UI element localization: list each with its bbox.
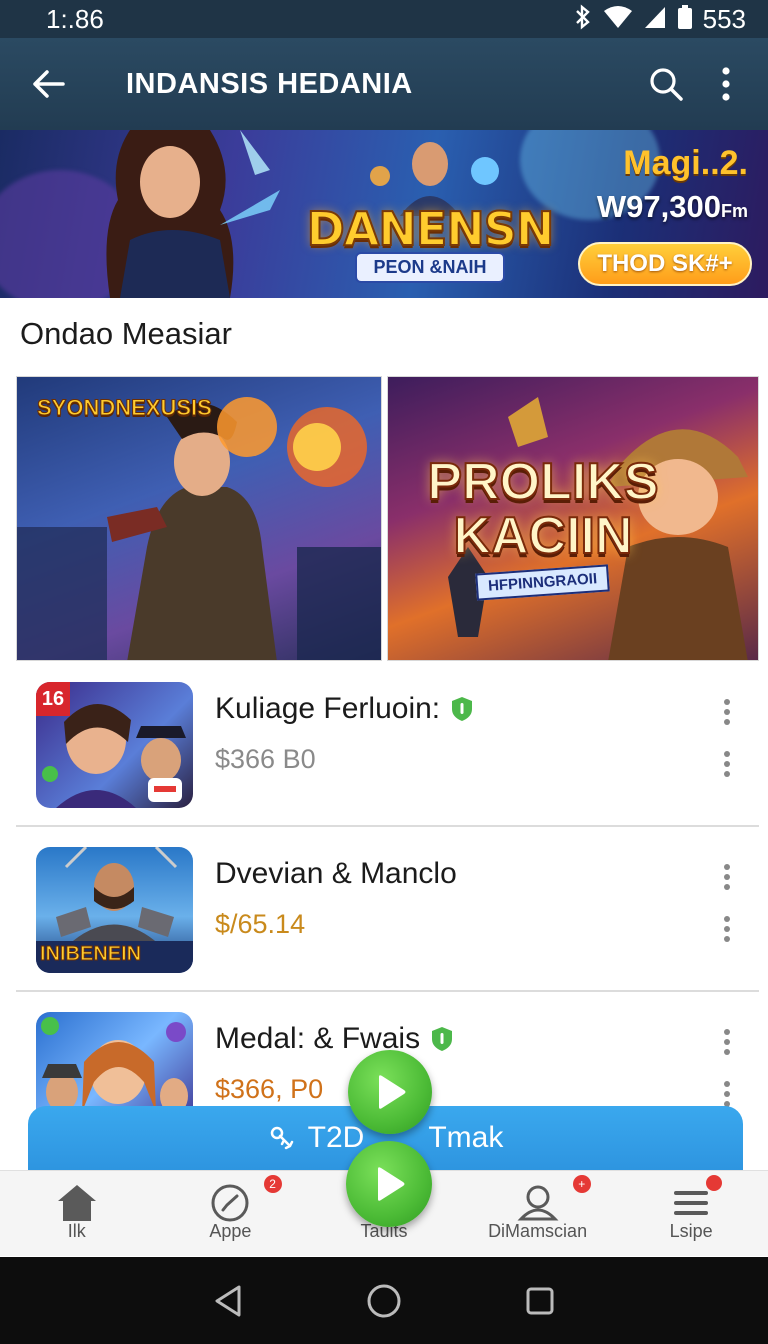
age-rating-badge: 16 — [36, 682, 70, 716]
app-name: Medal: & Fwais — [215, 1022, 454, 1056]
hero-character-image — [106, 130, 280, 298]
more-vertical-icon — [724, 864, 730, 890]
banner-logo-subtitle: PEON &NAIH — [355, 252, 505, 283]
banner-cta-button[interactable]: THOD SK#+ — [578, 242, 752, 286]
notification-dot — [706, 1175, 723, 1191]
more-vertical-icon — [724, 1029, 730, 1055]
back-button[interactable] — [0, 38, 96, 130]
cta-label: T2D — [307, 1121, 365, 1154]
status-bar: 1:.86 553 — [0, 0, 768, 38]
featured-card-2[interactable]: PROLIKS KACIIN HFPINNGRAOII — [387, 376, 759, 661]
app-bar: INDANSIS HEDANIA — [0, 38, 768, 130]
app-price: $366, P0 — [215, 1074, 324, 1104]
section-title: Ondao Measiar — [20, 316, 232, 351]
more-vertical-icon — [722, 67, 730, 101]
promo-banner[interactable]: DANENSN PEON &NAIH Magi..2. W97,300Fm TH… — [0, 130, 768, 298]
banner-logo: DANENSN PEON &NAIH — [300, 201, 560, 283]
item-more-button-secondary[interactable] — [717, 909, 737, 949]
circle-home-icon — [367, 1284, 401, 1317]
app-price: $366 B0 — [215, 744, 316, 774]
battery-level: 553 — [702, 3, 746, 34]
system-nav-bar — [0, 1257, 768, 1344]
banner-logo-text: DANENSN — [306, 201, 556, 257]
notification-badge: 2 — [263, 1175, 282, 1193]
featured-2-subtitle: HFPINNGRAOII — [475, 564, 611, 601]
item-more-button[interactable] — [717, 857, 737, 897]
item-more-button[interactable] — [717, 692, 737, 732]
play-icon — [379, 1075, 406, 1109]
profile-icon — [516, 1181, 560, 1225]
app-icon: INIBENEIN — [36, 847, 193, 973]
featured-2-title-line2: KACIIN — [452, 507, 633, 565]
nav-item-profile[interactable]: + DiMamscian — [461, 1171, 615, 1256]
list-item[interactable]: INIBENEIN Dvevian & Manclo $/65.14 — [16, 827, 759, 992]
app-icon-caption: INIBENEIN — [39, 943, 142, 966]
featured-card-1[interactable]: SYONDNEXUSIS — [16, 376, 382, 661]
wifi-icon — [603, 5, 633, 34]
verified-shield-icon — [432, 1027, 453, 1051]
app-icon: 16 — [36, 682, 193, 808]
app-name: Kuliage Ferluoin: — [215, 692, 474, 726]
triangle-back-icon — [215, 1285, 241, 1316]
system-home-button[interactable] — [360, 1277, 408, 1325]
status-time: 1:.86 — [46, 3, 104, 34]
banner-promo-title: Magi..2. — [623, 144, 748, 182]
item-more-button[interactable] — [717, 1022, 737, 1062]
search-icon — [650, 68, 683, 101]
battery-icon — [677, 4, 693, 34]
square-recents-icon — [526, 1287, 554, 1314]
play-fab-upper[interactable] — [348, 1050, 432, 1134]
app-name: Dvevian & Manclo — [215, 857, 457, 890]
page-title: INDANSIS HEDANIA — [126, 67, 413, 100]
banner-promo-amount: W97,300Fm — [596, 189, 748, 224]
search-button[interactable] — [634, 38, 698, 130]
system-back-button[interactable] — [204, 1277, 252, 1325]
list-item[interactable]: 16 Kuliage Ferluoin: $366 B0 — [16, 662, 759, 827]
featured-2-logo: PROLIKS KACIIN HFPINNGRAOII — [418, 453, 668, 601]
more-vertical-icon — [724, 751, 730, 777]
play-fab[interactable] — [346, 1141, 432, 1227]
arrow-left-icon — [33, 70, 65, 98]
nav-item-menu[interactable]: Lsipe — [614, 1171, 768, 1256]
app-price: $/65.14 — [215, 909, 306, 939]
item-more-button-secondary[interactable] — [717, 744, 737, 784]
notification-badge: + — [572, 1175, 591, 1193]
nav-item-apps[interactable]: 2 Appe — [154, 1171, 308, 1256]
home-icon — [55, 1181, 99, 1225]
overflow-menu-button[interactable] — [698, 38, 754, 130]
featured-1-tag: SYONDNEXUSIS — [37, 395, 213, 421]
banner-promo: Magi..2. W97,300Fm — [558, 144, 748, 225]
play-icon — [378, 1167, 405, 1201]
link-icon — [270, 1126, 293, 1150]
featured-2-title-line1: PROLIKS — [426, 453, 659, 511]
more-vertical-icon — [724, 1081, 730, 1107]
bluetooth-icon — [573, 3, 593, 35]
signal-icon — [643, 5, 667, 34]
cta-label-tail: Tmak — [428, 1121, 504, 1154]
nav-item-home[interactable]: Ilk — [0, 1171, 154, 1256]
more-vertical-icon — [724, 699, 730, 725]
status-icons: 553 — [573, 4, 746, 35]
more-vertical-icon — [724, 916, 730, 942]
compass-icon — [208, 1181, 252, 1225]
system-recents-button[interactable] — [516, 1277, 564, 1325]
verified-shield-icon — [452, 697, 473, 721]
